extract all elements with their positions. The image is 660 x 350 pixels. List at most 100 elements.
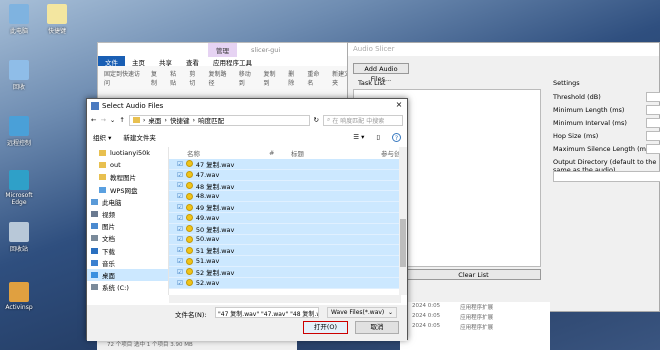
- setting-input[interactable]: [646, 144, 660, 154]
- sidebar-item[interactable]: 文档: [87, 232, 168, 244]
- breadcrumb-item[interactable]: 桌面: [148, 115, 161, 125]
- clear-list-button[interactable]: Clear List: [406, 269, 541, 280]
- file-row[interactable]: ☑ 51.wav: [169, 256, 404, 267]
- refresh-icon[interactable]: ↻: [314, 116, 319, 124]
- add-audio-files-button[interactable]: Add Audio Files...: [353, 63, 409, 83]
- new-folder-button[interactable]: 新建文件夹: [123, 132, 156, 142]
- help-icon[interactable]: ?: [392, 132, 401, 142]
- breadcrumb-item[interactable]: 快捷键: [170, 115, 190, 125]
- preview-pane-icon[interactable]: ▯: [376, 133, 380, 141]
- desktop-icon[interactable]: 远程控制: [0, 116, 38, 147]
- checkbox-icon[interactable]: ☑: [177, 181, 183, 189]
- sidebar-item[interactable]: 视频: [87, 208, 168, 220]
- checkbox-icon[interactable]: ☑: [177, 160, 183, 168]
- desktop-icon-label: 远程控制: [6, 140, 31, 147]
- ribbon-command[interactable]: 复制到: [264, 69, 281, 87]
- desktop-icon[interactable]: 快捷键: [38, 4, 76, 35]
- ribbon-command[interactable]: 复制: [151, 69, 162, 87]
- setting-input[interactable]: [646, 105, 660, 115]
- sidebar-item[interactable]: 教程图片: [87, 171, 168, 183]
- setting-input[interactable]: [646, 92, 660, 102]
- sidebar-item[interactable]: 下载: [87, 245, 168, 257]
- ribbon-tab[interactable]: 文件: [98, 56, 125, 67]
- checkbox-icon[interactable]: ☑: [177, 246, 183, 254]
- organize-button[interactable]: 组织 ▾: [93, 132, 111, 142]
- sidebar-item[interactable]: 桌面: [87, 268, 168, 282]
- setting-input[interactable]: [646, 118, 660, 128]
- close-button[interactable]: ×: [391, 99, 407, 111]
- sidebar-item-label: 图片: [102, 223, 115, 232]
- ribbon-tab[interactable]: 查看: [179, 56, 206, 67]
- desktop-icon[interactable]: Microsoft Edge: [0, 170, 38, 206]
- file-row[interactable]: ☑ 51 复制.wav: [169, 245, 404, 257]
- file-row[interactable]: ☑ 52.wav: [169, 277, 404, 289]
- recent-dropdown-icon[interactable]: ⌄: [110, 116, 115, 124]
- checkbox-icon[interactable]: ☑: [177, 268, 183, 276]
- checkbox-icon[interactable]: ☑: [177, 279, 183, 287]
- desktop-icon[interactable]: Activinsp: [0, 282, 38, 311]
- file-row[interactable]: ☑ 50.wav: [169, 234, 404, 246]
- row-time: 2024 0:05: [412, 313, 441, 319]
- file-row[interactable]: ☑ 49.wav: [169, 212, 404, 224]
- file-row[interactable]: ☑ 48.wav: [169, 191, 404, 203]
- checkbox-icon[interactable]: ☑: [177, 214, 183, 222]
- scrollbar-thumb[interactable]: [400, 219, 406, 267]
- desktop-icon[interactable]: 此电脑: [0, 4, 38, 35]
- view-options-icon[interactable]: ☰ ▾: [353, 133, 364, 141]
- setting-input[interactable]: [646, 131, 660, 141]
- manage-tab[interactable]: 管理: [208, 42, 237, 57]
- back-icon[interactable]: ←: [91, 116, 96, 124]
- ribbon-command[interactable]: 移动到: [239, 69, 256, 87]
- checkbox-icon[interactable]: ☑: [177, 171, 183, 179]
- breadcrumb-item[interactable]: 响度匹配: [198, 115, 224, 125]
- cancel-button[interactable]: 取消: [355, 321, 399, 334]
- file-row[interactable]: ☑ 52 复制.wav: [169, 266, 404, 278]
- file-row[interactable]: ☑ 47 复制.wav: [169, 159, 404, 170]
- open-button[interactable]: 打开(O): [303, 321, 348, 334]
- sidebar-item[interactable]: 图片: [87, 220, 168, 232]
- ribbon-command[interactable]: 粘贴: [170, 69, 181, 87]
- ribbon-command[interactable]: 固定到快速访问: [104, 69, 143, 87]
- ribbon-command[interactable]: 删除: [288, 69, 299, 87]
- output-directory-input[interactable]: [553, 171, 660, 182]
- checkbox-icon[interactable]: ☑: [177, 192, 183, 200]
- checkbox-icon[interactable]: ☑: [177, 203, 183, 211]
- filetype-select[interactable]: Wave Files(*.wav) ⌄: [327, 307, 397, 318]
- file-row[interactable]: ☑ 48 复制.wav: [169, 180, 404, 192]
- vertical-scrollbar[interactable]: [399, 147, 407, 295]
- name-column-header[interactable]: 名称: [177, 148, 269, 158]
- forward-icon[interactable]: →: [100, 116, 105, 124]
- ribbon-tab[interactable]: 共享: [152, 56, 179, 67]
- sidebar-item[interactable]: 系统 (C:): [87, 281, 168, 293]
- checkbox-icon[interactable]: ☑: [177, 257, 183, 265]
- sidebar-item[interactable]: out: [87, 159, 168, 171]
- desktop-icon[interactable]: 回收站: [0, 222, 38, 253]
- sidebar-item[interactable]: 此电脑: [87, 196, 168, 208]
- ribbon-command[interactable]: 重命名: [307, 69, 324, 87]
- dialog-title: Select Audio Files: [102, 101, 164, 110]
- sidebar-item[interactable]: WPS网盘: [87, 184, 168, 196]
- checkbox-icon[interactable]: ☑: [177, 225, 183, 233]
- ribbon-tab[interactable]: 主页: [125, 56, 152, 67]
- file-row[interactable]: ☑ 47.wav: [169, 169, 404, 181]
- checkbox-icon[interactable]: ☑: [177, 235, 183, 243]
- ribbon-tab[interactable]: 应用程序工具: [206, 56, 259, 67]
- address-bar[interactable]: › 桌面 › 快捷键 › 响度匹配: [128, 114, 310, 126]
- search-input[interactable]: ⌕ 在 响度匹配 中搜索: [323, 114, 403, 126]
- ribbon-command[interactable]: 剪切: [189, 69, 200, 87]
- horizontal-scrollbar[interactable]: [169, 295, 401, 303]
- ribbon-command[interactable]: 复制路径: [208, 69, 230, 87]
- select-audio-files-dialog[interactable]: Select Audio Files × ← → ⌄ ↑ › 桌面 › 快捷键 › 响度匹…: [86, 98, 408, 341]
- sidebar-item[interactable]: 音乐: [87, 257, 168, 269]
- desktop-icon[interactable]: 回收: [0, 60, 38, 91]
- number-column-header[interactable]: #: [269, 149, 291, 157]
- sidebar-item-label: 视频: [102, 211, 115, 220]
- filename-input[interactable]: "47 复制.wav" "47.wav" "48 复制.wav": [215, 307, 319, 318]
- file-explorer-window[interactable]: 管理 slicer-gui 文件 主页 共享 查看 应用程序工具 固定到快速访问 复制 粘贴…: [97, 42, 367, 100]
- file-row[interactable]: ☑ 50 复制.wav: [169, 223, 404, 235]
- up-icon[interactable]: ↑: [119, 116, 124, 124]
- title-column-header[interactable]: 标题: [291, 148, 381, 158]
- file-row[interactable]: ☑ 49 复制.wav: [169, 202, 404, 213]
- sidebar-item[interactable]: luotianyi50k: [87, 147, 168, 159]
- artist-column-header[interactable]: 参与创: [381, 148, 401, 158]
